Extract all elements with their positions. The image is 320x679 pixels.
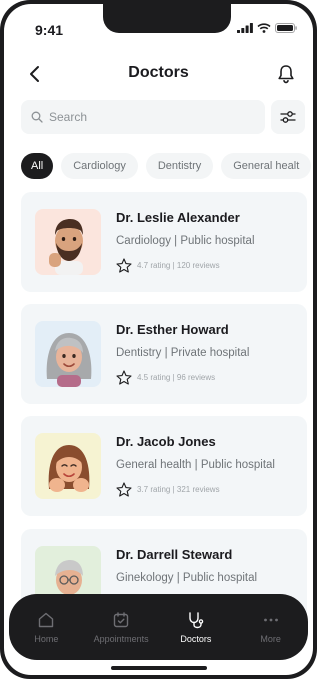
home-icon: [39, 612, 54, 627]
star-icon: [116, 370, 132, 385]
rating-text: 3.7 rating | 321 reviews: [137, 485, 220, 494]
avatar: [35, 433, 101, 499]
tab-label: Appointments: [93, 633, 149, 644]
doctor-card[interactable]: Dr. Leslie Alexander Cardiology | Public…: [21, 192, 307, 292]
doctor-card[interactable]: Dr. Esther Howard Dentistry | Private ho…: [21, 304, 307, 404]
doctor-name: Dr. Darrell Steward: [116, 547, 233, 562]
chip-dentistry[interactable]: Dentistry: [145, 153, 214, 179]
doctor-specialty: Ginekology | Public hospital: [116, 572, 258, 584]
more-icon: [263, 618, 278, 621]
wifi-icon: [257, 23, 271, 33]
doctor-name: Dr. Leslie Alexander: [116, 210, 240, 225]
tab-appointments[interactable]: Appointments: [86, 611, 156, 644]
filter-button[interactable]: [271, 100, 305, 134]
doctor-specialty: Cardiology | Public hospital: [116, 235, 255, 247]
tab-label: Home: [34, 633, 59, 644]
rating-text: 4.7 rating | 120 reviews: [137, 261, 220, 270]
doctor-name: Dr. Esther Howard: [116, 322, 229, 337]
doctor-rating: 4.5 rating | 96 reviews: [116, 370, 215, 385]
doctor-name: Dr. Jacob Jones: [116, 434, 216, 449]
avatar: [35, 321, 101, 387]
tab-bar: Home Appointments Doctors More: [9, 594, 308, 660]
doctor-rating: 3.7 rating | 321 reviews: [116, 482, 220, 497]
sliders-icon: [280, 111, 296, 123]
search-placeholder: Search: [49, 110, 88, 124]
battery-icon: [275, 23, 297, 33]
doctor-rating: 4.7 rating | 120 reviews: [116, 258, 220, 273]
page-title: Doctors: [128, 64, 189, 81]
phone-frame: 9:41 Doctors Search All Cardiology Denti…: [0, 0, 317, 679]
tab-label: Doctors: [180, 633, 212, 644]
chip-all[interactable]: All: [21, 153, 54, 179]
bell-icon: [278, 65, 294, 84]
rating-text: 4.5 rating | 96 reviews: [137, 373, 216, 382]
tab-more[interactable]: More: [236, 611, 306, 644]
screen: 9:41 Doctors Search All Cardiology Denti…: [4, 4, 313, 675]
calendar-icon: [113, 611, 129, 627]
tab-label: More: [260, 633, 281, 644]
doctor-specialty: General health | Public hospital: [116, 459, 275, 471]
doctor-specialty: Dentistry | Private hospital: [116, 347, 250, 359]
category-chips: All Cardiology Dentistry General healt: [21, 153, 312, 179]
status-icons: [237, 23, 297, 33]
star-icon: [116, 482, 132, 497]
chip-general-health[interactable]: General healt: [221, 153, 312, 179]
doctor-card[interactable]: Dr. Jacob Jones General health | Public …: [21, 416, 307, 516]
avatar: [35, 209, 101, 275]
search-icon: [31, 111, 43, 123]
status-time: 9:41: [35, 22, 64, 38]
notch: [103, 4, 231, 33]
tab-home[interactable]: Home: [11, 611, 81, 644]
search-input[interactable]: Search: [21, 100, 265, 134]
chip-cardiology[interactable]: Cardiology: [61, 153, 138, 179]
stethoscope-icon: [189, 611, 204, 628]
tab-doctors[interactable]: Doctors: [161, 611, 231, 644]
home-indicator: [111, 666, 207, 670]
signal-icon: [237, 23, 253, 33]
star-icon: [116, 258, 132, 273]
notifications-button[interactable]: [274, 62, 298, 86]
